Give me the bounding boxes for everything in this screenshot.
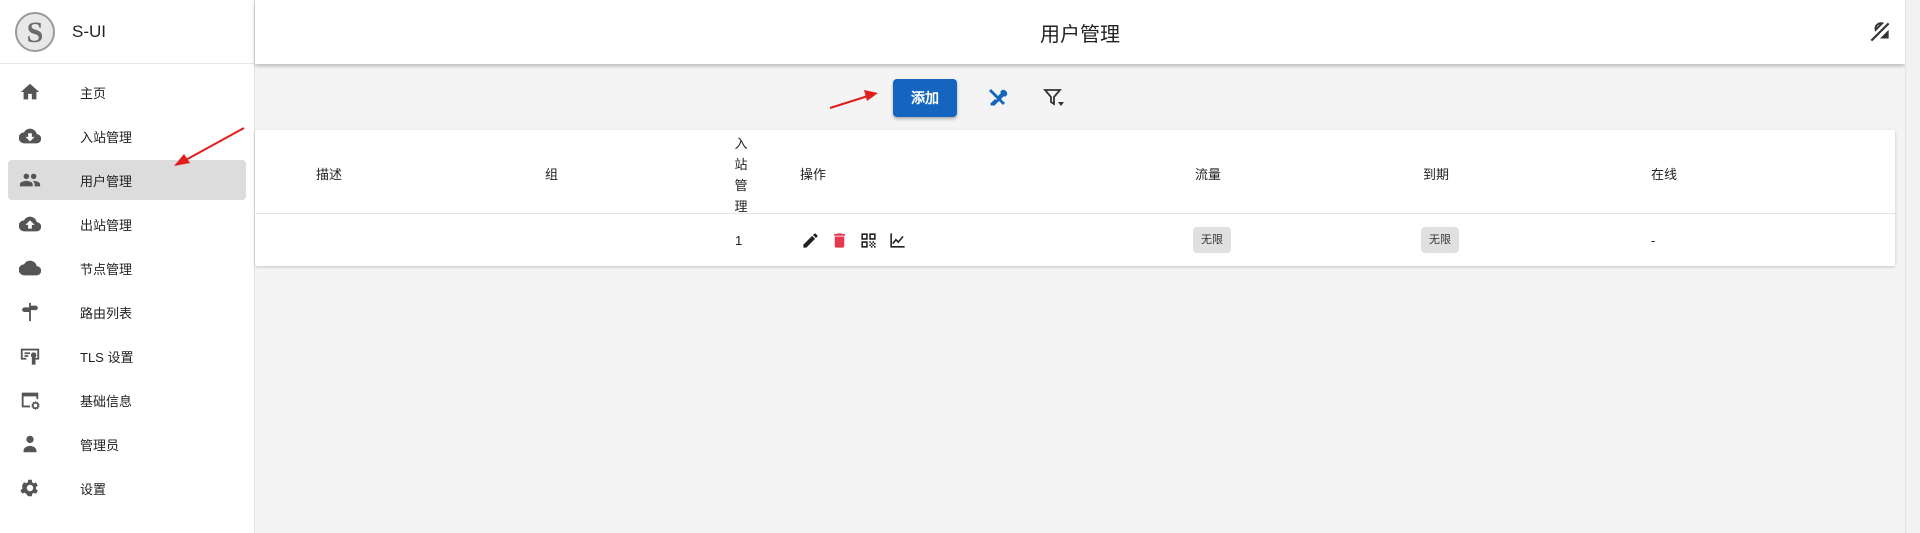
cloud-download-icon — [18, 124, 42, 148]
sidebar-item-label: TLS 设置 — [80, 349, 134, 365]
row-actions — [800, 230, 916, 250]
sidebar-item-admins[interactable]: 管理员 — [8, 424, 246, 464]
divider — [255, 213, 1895, 214]
sidebar-item-routes[interactable]: 路由列表 — [8, 292, 246, 332]
sidebar-item-label: 出站管理 — [80, 217, 133, 233]
logo-icon: S — [15, 11, 55, 52]
expiry-chip: 无限 — [1421, 227, 1459, 253]
annotation-arrow-add — [829, 90, 878, 109]
svg-text:S: S — [27, 16, 44, 49]
column-header-online[interactable]: 在线 — [1651, 164, 1677, 183]
sidebar-item-label: 节点管理 — [80, 261, 133, 277]
column-header-description[interactable]: 描述 — [316, 164, 342, 183]
header-char: 站 — [734, 157, 748, 172]
header-char: 管 — [734, 178, 748, 193]
column-header-inbounds[interactable]: 入 站 管 理 — [733, 133, 749, 217]
sidebar-item-label: 路由列表 — [80, 305, 133, 321]
cell-inbounds: 1 — [735, 233, 743, 248]
gear-icon — [18, 476, 42, 500]
sidebar-item-nodes[interactable]: 节点管理 — [8, 248, 246, 288]
wrench-icon[interactable] — [983, 83, 1013, 113]
home-icon — [18, 80, 42, 104]
edit-icon[interactable] — [800, 230, 820, 250]
column-header-traffic[interactable]: 流量 — [1195, 164, 1221, 183]
users-icon — [18, 168, 42, 192]
signpost-icon — [18, 300, 42, 324]
toolbar: 添加 — [893, 79, 1069, 117]
users-table: 描述 组 入 站 管 理 操作 流量 到期 在线 1 无限 无限 - — [255, 130, 1895, 266]
page-title: 用户管理 — [1040, 23, 1120, 46]
certificate-icon — [18, 344, 42, 368]
filter-icon[interactable] — [1039, 83, 1069, 113]
sidebar-item-inbounds[interactable]: 入站管理 — [8, 116, 246, 156]
sidebar-item-basics[interactable]: 基础信息 — [8, 380, 246, 420]
sidebar-nav: 主页 入站管理 用户管理 出站管理 节点管理 路由列表 TLS 设置 基础信息 — [0, 64, 254, 508]
add-button[interactable]: 添加 — [893, 79, 957, 117]
delete-icon[interactable] — [829, 230, 849, 250]
sidebar-item-label: 设置 — [80, 481, 107, 497]
header-char: 入 — [734, 136, 748, 151]
cloud-sync-icon — [18, 256, 42, 280]
theme-toggle-icon[interactable] — [1867, 19, 1893, 45]
traffic-chip: 无限 — [1193, 227, 1231, 253]
sidebar-item-label: 用户管理 — [80, 173, 133, 189]
chart-line-icon[interactable] — [887, 230, 907, 250]
scrollbar[interactable] — [1905, 0, 1920, 533]
column-header-expiry[interactable]: 到期 — [1423, 164, 1449, 183]
column-header-group[interactable]: 组 — [545, 164, 558, 183]
qrcode-icon[interactable] — [858, 230, 878, 250]
app-bar: 用户管理 — [255, 0, 1905, 64]
column-header-actions: 操作 — [800, 167, 827, 182]
sidebar-item-home[interactable]: 主页 — [8, 72, 246, 112]
sidebar-item-users[interactable]: 用户管理 — [8, 160, 246, 200]
cell-online: - — [1651, 233, 1656, 248]
brand-name: S-UI — [72, 21, 106, 41]
sidebar-item-label: 入站管理 — [80, 129, 133, 145]
sidebar-item-label: 管理员 — [80, 437, 120, 453]
sidebar-item-settings[interactable]: 设置 — [8, 468, 246, 508]
settings-card-icon — [18, 388, 42, 412]
sidebar-item-outbounds[interactable]: 出站管理 — [8, 204, 246, 244]
cloud-upload-icon — [18, 212, 42, 236]
brand: S S-UI — [0, 0, 254, 64]
sidebar-item-label: 主页 — [80, 85, 107, 101]
sidebar-item-label: 基础信息 — [80, 393, 133, 409]
sidebar: S S-UI 主页 入站管理 用户管理 出站管理 节点管理 路由列表 TLS 设… — [0, 0, 255, 533]
sidebar-item-tls[interactable]: TLS 设置 — [8, 336, 246, 376]
admin-icon — [18, 432, 42, 456]
